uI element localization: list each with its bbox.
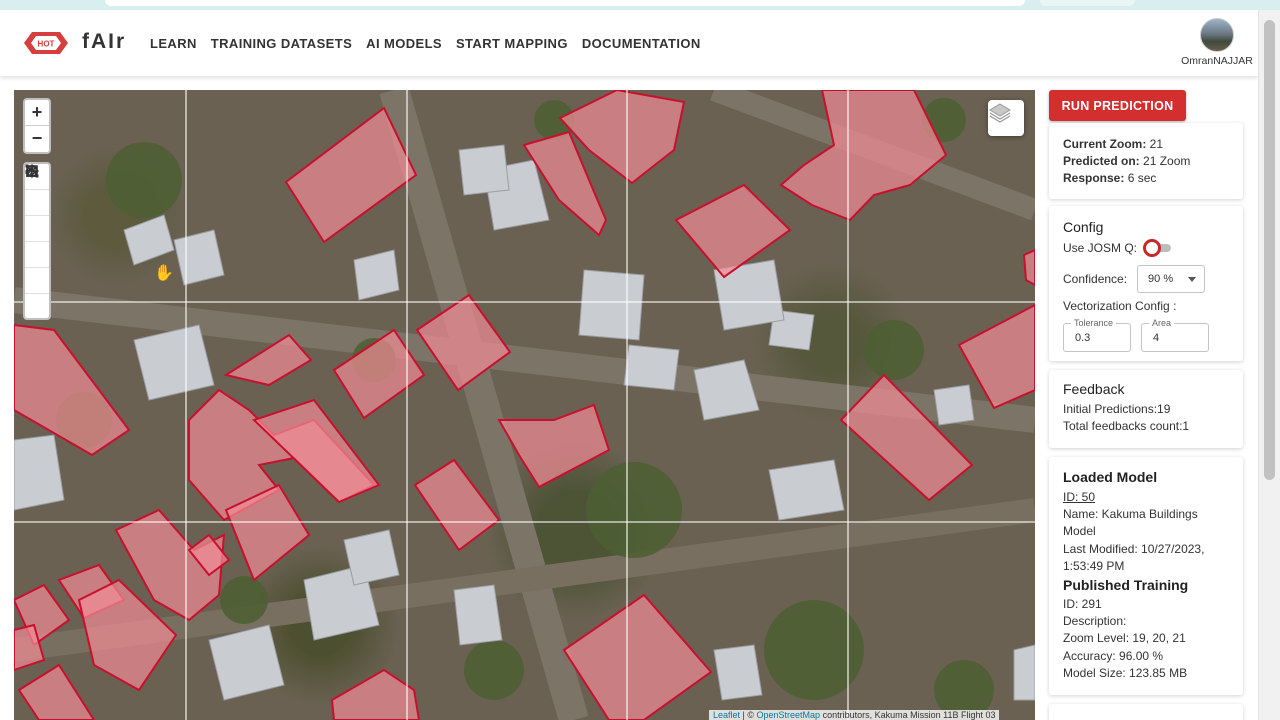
move-icon[interactable] bbox=[25, 164, 49, 268]
model-name-cont: Model bbox=[1063, 524, 1096, 539]
predicted-value: 21 Zoom bbox=[1143, 154, 1191, 169]
status-card: Current Zoom: 21 Predicted on: 21 Zoom R… bbox=[1049, 123, 1243, 199]
area-label: Area bbox=[1149, 318, 1175, 328]
main-nav: LEARN TRAINING DATASETS AI MODELS START … bbox=[150, 36, 701, 51]
app-header: HOT fAIr LEARN TRAINING DATASETS AI MODE… bbox=[0, 10, 1258, 76]
josm-label: Use JOSM Q: bbox=[1063, 241, 1138, 255]
osm-link[interactable]: OpenStreetMap bbox=[757, 710, 821, 720]
josm-toggle[interactable] bbox=[1143, 239, 1173, 257]
confidence-select[interactable]: 90 % bbox=[1137, 265, 1206, 293]
feedback-title: Feedback bbox=[1063, 381, 1125, 397]
nav-ai-models[interactable]: AI MODELS bbox=[366, 36, 442, 51]
edit-vertices-icon[interactable] bbox=[25, 165, 49, 242]
predicted-label: Predicted on: bbox=[1063, 154, 1140, 169]
tolerance-value: 0.3 bbox=[1075, 332, 1091, 344]
model-modified-time: 1:53:49 PM bbox=[1063, 558, 1125, 573]
attribution-separator: | © bbox=[740, 710, 757, 720]
run-prediction-button[interactable]: RUN PREDICTION bbox=[1049, 90, 1186, 121]
model-size: Model Size: 123.85 MB bbox=[1063, 665, 1188, 680]
model-modified: Last Modified: 10/27/2023, bbox=[1063, 541, 1205, 556]
rotate-icon[interactable] bbox=[25, 165, 49, 320]
zoom-control: + − bbox=[23, 98, 51, 154]
zoom-out-button[interactable]: − bbox=[25, 126, 49, 152]
training-description: Description: bbox=[1063, 614, 1127, 629]
draw-toolbar bbox=[23, 162, 51, 320]
loaded-model-title: Loaded Model bbox=[1063, 469, 1158, 485]
user-menu[interactable]: OmranNAJJAR bbox=[1180, 18, 1254, 67]
training-id: ID: 291 bbox=[1063, 597, 1102, 612]
model-name: Name: Kakuma Buildings bbox=[1063, 507, 1198, 522]
map-view[interactable]: ✋ + − Leaflet | © OpenStreetMap contribu… bbox=[14, 90, 1035, 720]
avatar[interactable] bbox=[1200, 18, 1234, 52]
layers-icon bbox=[989, 103, 1011, 123]
confidence-value: 90 % bbox=[1148, 273, 1174, 285]
tolerance-label: Tolerance bbox=[1071, 318, 1117, 328]
training-zoom-levels: Zoom Level: 19, 20, 21 bbox=[1063, 631, 1186, 646]
app-brand[interactable]: fAIr bbox=[82, 30, 126, 54]
scrollbar-thumb[interactable] bbox=[1264, 20, 1275, 480]
response-label: Response: bbox=[1063, 171, 1125, 186]
polygon-draw-icon[interactable] bbox=[25, 165, 49, 216]
page-scrollbar[interactable] bbox=[1258, 10, 1280, 720]
browser-strip bbox=[0, 0, 1280, 10]
zoom-label: Current Zoom: bbox=[1063, 137, 1147, 151]
total-feedbacks: Total feedbacks count:1 bbox=[1063, 419, 1190, 434]
hot-logo[interactable]: HOT bbox=[22, 30, 70, 56]
training-accuracy: Accuracy: 96.00 % bbox=[1063, 648, 1164, 663]
model-card: Loaded Model ID: 50 Name: Kakuma Buildin… bbox=[1049, 457, 1243, 695]
published-training-title: Published Training bbox=[1063, 577, 1189, 594]
nav-start-mapping[interactable]: START MAPPING bbox=[456, 36, 568, 51]
leaflet-link[interactable]: Leaflet bbox=[713, 710, 740, 720]
area-field[interactable]: Area 4 bbox=[1141, 318, 1209, 352]
username: OmranNAJJAR bbox=[1181, 55, 1253, 67]
next-card bbox=[1049, 704, 1243, 720]
nav-training-datasets[interactable]: TRAINING DATASETS bbox=[211, 36, 352, 51]
map-imagery: ✋ bbox=[14, 90, 1035, 720]
config-card: Config Use JOSM Q: Confidence: 90 % Vect… bbox=[1049, 206, 1243, 361]
nav-documentation[interactable]: DOCUMENTATION bbox=[582, 36, 701, 51]
zoom-in-button[interactable]: + bbox=[25, 100, 49, 126]
zoom-value: 21 bbox=[1149, 137, 1164, 151]
attribution-rest: contributors, Kakuma Mission 11B Flight … bbox=[820, 710, 996, 720]
nav-learn[interactable]: LEARN bbox=[150, 36, 197, 51]
config-title: Config bbox=[1063, 219, 1104, 235]
hand-cursor-icon: ✋ bbox=[154, 263, 174, 282]
layers-button[interactable] bbox=[988, 100, 1024, 136]
initial-predictions: Initial Predictions:19 bbox=[1063, 402, 1171, 416]
map-attribution: Leaflet | © OpenStreetMap contributors, … bbox=[709, 710, 1000, 720]
svg-text:HOT: HOT bbox=[38, 40, 55, 49]
erase-icon[interactable] bbox=[25, 165, 49, 294]
chevron-down-icon bbox=[1188, 277, 1197, 282]
confidence-label: Confidence: bbox=[1063, 272, 1128, 286]
area-value: 4 bbox=[1153, 332, 1160, 344]
tolerance-field[interactable]: Tolerance 0.3 bbox=[1063, 318, 1131, 352]
browser-button[interactable] bbox=[1040, 0, 1135, 6]
address-bar[interactable] bbox=[105, 0, 1025, 6]
response-value: 6 sec bbox=[1127, 171, 1157, 186]
vectorization-label: Vectorization Config : bbox=[1063, 299, 1177, 313]
model-id-link[interactable]: ID: 50 bbox=[1063, 489, 1229, 506]
feedback-card: Feedback Initial Predictions:19 Total fe… bbox=[1049, 370, 1243, 448]
